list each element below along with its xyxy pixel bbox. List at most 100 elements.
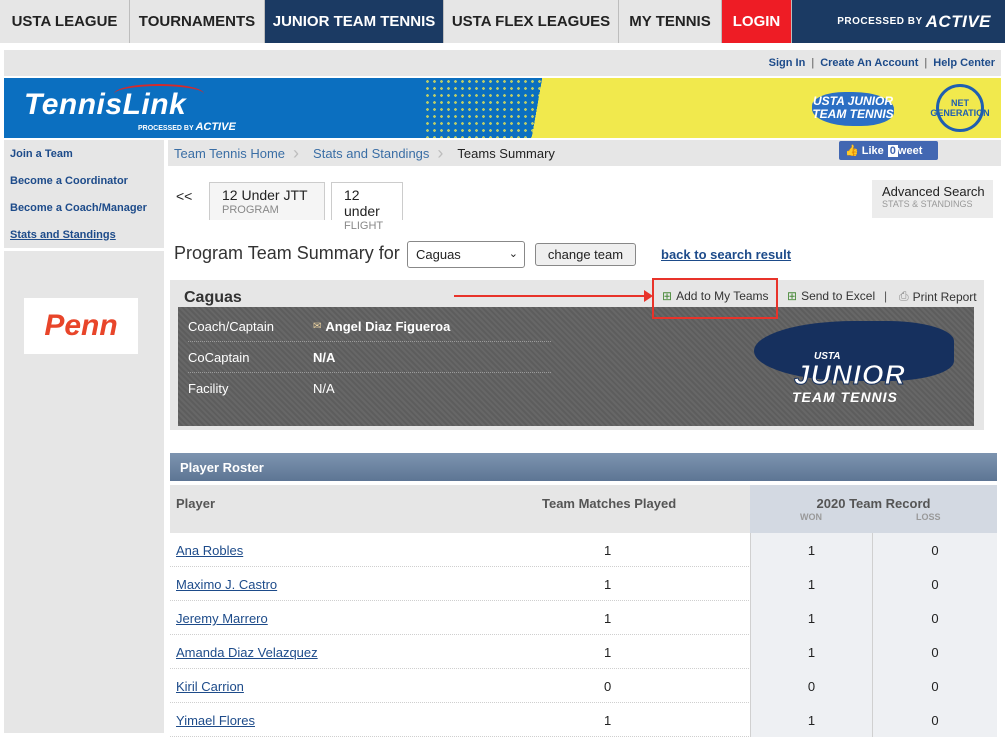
separator: |: [811, 57, 815, 69]
matches-played: 1: [604, 577, 612, 592]
col-player: Player: [176, 496, 216, 511]
facebook-like-button[interactable]: 👍 Like 0 weet: [839, 141, 938, 160]
advanced-search-button[interactable]: Advanced Search STATS & STANDINGS: [872, 180, 993, 218]
won-count: 1: [750, 567, 872, 601]
loss-count: 0: [872, 533, 997, 567]
sidebar-item-stats-standings[interactable]: Stats and Standings: [4, 221, 164, 248]
print-report-button[interactable]: ⎙ Print Report: [899, 289, 977, 304]
utility-bar: Sign In | Create An Account | Help Cente…: [4, 50, 1001, 76]
sign-in-link[interactable]: Sign In: [769, 57, 806, 69]
player-link[interactable]: Amanda Diaz Velazquez: [176, 645, 318, 660]
table-row: Amanda Diaz Velazquez 1 1 0: [170, 635, 997, 669]
team-select[interactable]: Caguas ⌄: [407, 241, 525, 268]
won-count: 1: [750, 635, 872, 669]
won-count: 1: [750, 703, 872, 737]
advanced-search-sub: STATS & STANDINGS: [882, 199, 973, 209]
banner: TennisLink PROCESSED BY ACTIVE USTA JUNI…: [4, 78, 1001, 138]
tweet-button[interactable]: weet: [898, 145, 922, 157]
program-tab-sub: PROGRAM: [222, 204, 279, 216]
net-generation-logo: NET GENERATION: [930, 84, 990, 132]
table-row: Ana Robles 1 1 0: [170, 533, 997, 567]
sidebar: Join a Team Become a Coordinator Become …: [4, 140, 164, 733]
printer-icon: ⎙: [899, 289, 909, 303]
info-row-facility: Facility N/A: [188, 373, 551, 404]
loss-count: 0: [872, 601, 997, 635]
tab-junior-team-tennis[interactable]: JUNIOR TEAM TENNIS: [265, 0, 444, 43]
like-count: 0: [887, 144, 898, 157]
tennislink-logo[interactable]: TennisLink: [24, 88, 186, 122]
matches-played: 1: [604, 645, 612, 660]
change-team-button[interactable]: change team: [535, 243, 636, 266]
col-team-matches: Team Matches Played: [542, 496, 677, 511]
page-title: Program Team Summary for: [174, 243, 400, 263]
annotation-highlight-box: [652, 278, 778, 319]
processed-by-active: PROCESSED BY ACTIVE: [138, 121, 236, 133]
roster-header: Player Roster: [170, 453, 997, 481]
facility-label: Facility: [188, 381, 229, 396]
player-link[interactable]: Jeremy Marrero: [176, 611, 268, 626]
sidebar-item-become-coach[interactable]: Become a Coach/Manager: [4, 194, 164, 221]
penn-sponsor-logo[interactable]: Penn: [24, 298, 138, 354]
cocaptain-value: N/A: [313, 349, 336, 365]
matches-played: 1: [604, 713, 612, 728]
breadcrumb-stats-standings[interactable]: Stats and Standings: [307, 140, 437, 166]
loss-count: 0: [872, 703, 997, 737]
chevron-right-icon: ›: [293, 142, 300, 163]
roster-column-headers: Player Team Matches Played 2020 Team Rec…: [170, 485, 997, 533]
player-link[interactable]: Maximo J. Castro: [176, 577, 277, 592]
login-button[interactable]: LOGIN: [722, 0, 792, 43]
back-to-search-link[interactable]: back to search result: [661, 247, 791, 262]
program-tab-title: 12 Under JTT: [222, 187, 308, 203]
flight-tab-sub: FLIGHT: [344, 220, 384, 232]
table-row: Jeremy Marrero 1 1 0: [170, 601, 997, 635]
col-loss: LOSS: [916, 512, 941, 522]
help-center-link[interactable]: Help Center: [933, 57, 995, 69]
player-link[interactable]: Ana Robles: [176, 543, 243, 558]
tab-my-tennis[interactable]: MY TENNIS: [619, 0, 722, 43]
active-brand: PROCESSED BY ACTIVE: [792, 0, 1005, 43]
loss-count: 0: [872, 669, 997, 703]
tab-usta-flex-leagues[interactable]: USTA FLEX LEAGUES: [444, 0, 619, 43]
breadcrumb-teams-summary: Teams Summary: [457, 145, 555, 161]
loss-count: 0: [872, 567, 997, 601]
tab-program[interactable]: 12 Under JTT PROGRAM: [209, 182, 325, 220]
table-row: Kiril Carrion 0 0 0: [170, 669, 997, 703]
team-card: Caguas ⊞ Add to My Teams ⊞ Send to Excel…: [170, 280, 984, 430]
team-name: Caguas: [184, 289, 242, 306]
annotation-arrow: [454, 290, 653, 302]
won-count: 0: [750, 669, 872, 703]
envelope-icon[interactable]: ✉: [313, 321, 321, 332]
coach-value[interactable]: Angel Diaz Figueroa: [325, 319, 450, 334]
chevron-down-icon: ⌄: [508, 248, 518, 260]
send-to-excel-button[interactable]: ⊞ Send to Excel: [787, 289, 875, 303]
matches-played: 0: [604, 679, 612, 694]
processed-by-label: PROCESSED BY: [837, 16, 923, 27]
separator: |: [924, 57, 928, 69]
player-link[interactable]: Yimael Flores: [176, 713, 255, 728]
top-nav: USTA LEAGUE TOURNAMENTS JUNIOR TEAM TENN…: [0, 0, 1005, 43]
loss-count: 0: [872, 635, 997, 669]
sidebar-item-join-team[interactable]: Join a Team: [4, 140, 164, 167]
won-count: 1: [750, 533, 872, 567]
info-row-coach: Coach/Captain ✉ Angel Diaz Figueroa: [188, 311, 551, 342]
create-account-link[interactable]: Create An Account: [820, 57, 918, 69]
tab-flight[interactable]: 12 under FLIGHT: [331, 182, 403, 232]
tab-tournaments[interactable]: TOURNAMENTS: [130, 0, 265, 43]
excel-icon: ⊞: [787, 289, 798, 303]
player-link[interactable]: Kiril Carrion: [176, 679, 244, 694]
col-team-record: 2020 Team Record: [750, 485, 997, 533]
separator: |: [884, 289, 888, 303]
team-info-panel: Coach/Captain ✉ Angel Diaz Figueroa CoCa…: [178, 307, 974, 426]
advanced-search-label: Advanced Search: [882, 184, 985, 199]
roster-table: Ana Robles 1 1 0 Maximo J. Castro 1 1 0 …: [170, 533, 997, 737]
thumbs-up-icon: 👍: [845, 145, 859, 157]
jtt-badge-logo: USTA JUNIOR TEAM TENNIS: [812, 92, 894, 126]
breadcrumb-team-tennis-home[interactable]: Team Tennis Home: [168, 140, 293, 166]
sidebar-item-become-coordinator[interactable]: Become a Coordinator: [4, 167, 164, 194]
table-row: Maximo J. Castro 1 1 0: [170, 567, 997, 601]
won-count: 1: [750, 601, 872, 635]
table-row: Yimael Flores 1 1 0: [170, 703, 997, 737]
back-arrow-button[interactable]: <<: [176, 188, 192, 204]
matches-played: 1: [604, 611, 612, 626]
tab-usta-league[interactable]: USTA LEAGUE: [0, 0, 130, 43]
